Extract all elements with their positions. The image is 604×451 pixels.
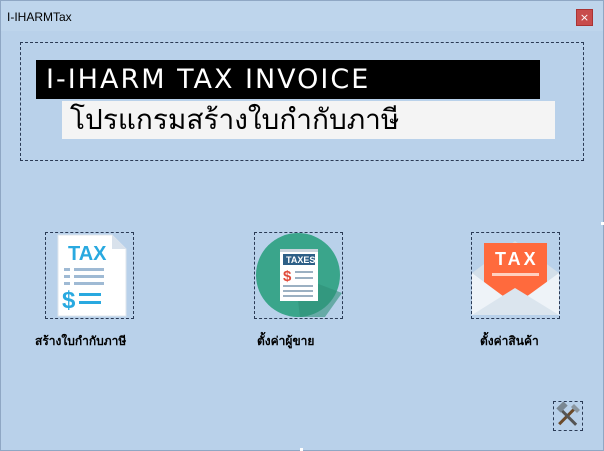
tax-envelope-icon: TAX [472, 241, 559, 315]
seller-settings-label: ตั้งค่าผู้ขาย [257, 334, 315, 348]
circle-taxes-text: TAXES [286, 255, 315, 265]
banner-title: I-IHARM TAX INVOICE [36, 60, 540, 99]
product-settings-label: ตั้งค่าสินค้า [480, 334, 539, 348]
banner-subtitle: โปรแกรมสร้างใบกำกับภาษี [62, 101, 555, 139]
product-settings-button[interactable]: TAX [471, 232, 560, 319]
tools-icon [556, 401, 580, 426]
envelope-tax-text: TAX [495, 249, 539, 269]
tax-invoice-document-icon: TAX $ [57, 234, 127, 317]
banner-image: I-IHARM TAX INVOICE โปรแกรมสร้างใบกำกับภ… [20, 42, 584, 161]
circle-dollar-text: $ [283, 268, 292, 285]
close-button[interactable]: × [576, 9, 593, 26]
tools-button[interactable] [553, 401, 583, 431]
taxes-circle-icon: TAXES $ [256, 233, 342, 317]
doc-tax-text: TAX [68, 243, 107, 265]
create-invoice-button[interactable]: TAX $ [45, 232, 134, 319]
seller-settings-button[interactable]: TAXES $ [254, 232, 343, 319]
title-bar[interactable]: I-IHARMTax × [1, 1, 603, 31]
window-title: I-IHARMTax [7, 10, 72, 24]
doc-dollar-text: $ [62, 287, 76, 314]
main-window: I-IHARMTax × I-IHARM TAX INVOICE โปรแกรม… [0, 0, 604, 451]
create-invoice-label: สร้างใบกำกับภาษี [35, 334, 127, 348]
